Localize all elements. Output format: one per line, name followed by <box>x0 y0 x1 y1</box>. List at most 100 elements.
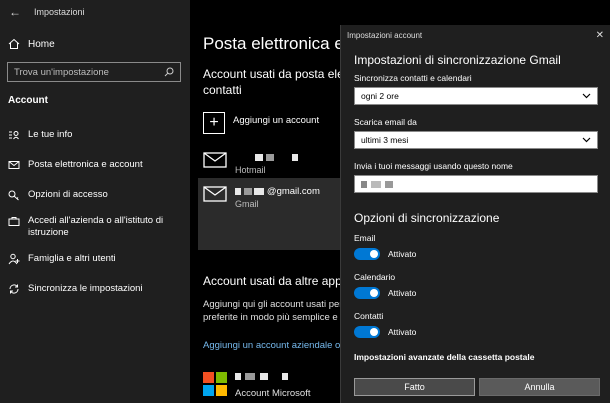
microsoft-logo-icon <box>203 371 227 396</box>
logo-square-blue <box>203 384 214 396</box>
key-icon <box>8 190 19 201</box>
description-line: Aggiungi qui gli account usati per <box>203 299 340 310</box>
account-item-gmail[interactable]: @gmail.com Gmail <box>203 186 320 209</box>
email-toggle-row: Attivato <box>354 248 600 260</box>
redacted-name <box>361 180 367 188</box>
download-email-label: Scarica email da <box>354 117 417 127</box>
advanced-mailbox-settings-link[interactable]: Impostazioni avanzate della cassetta pos… <box>354 352 600 362</box>
toggle-state: Attivato <box>388 327 417 337</box>
sidebar-item-your-info[interactable]: Le tue info <box>0 124 190 146</box>
account-settings-dialog: Impostazioni account ✕ Impostazioni di s… <box>340 25 610 403</box>
section-label-account: Account <box>8 95 48 106</box>
dialog-footer: Fatto Annulla <box>354 378 600 396</box>
sidebar-item-label: Le tue info <box>28 129 73 140</box>
close-icon[interactable]: ✕ <box>596 30 604 41</box>
send-name-input[interactable] <box>354 175 598 193</box>
microsoft-account-item[interactable]: Account Microsoft <box>203 368 311 399</box>
sidebar-item-sync-settings[interactable]: Sincronizza le impostazioni <box>0 278 190 300</box>
redacted-name <box>371 180 381 188</box>
account-address: @gmail.com <box>266 186 320 197</box>
other-apps-description: Aggiungi qui gli account usati per prefe… <box>203 298 340 324</box>
title-bar: ← Impostazioni <box>0 0 190 24</box>
account-type: Hotmail <box>235 165 266 175</box>
app-title: Impostazioni <box>34 7 85 17</box>
toggle-state: Attivato <box>388 288 417 298</box>
toggle-knob <box>370 328 378 336</box>
person-card-icon <box>9 131 19 140</box>
calendar-toggle[interactable] <box>354 287 380 299</box>
back-arrow-icon: ← <box>9 5 21 19</box>
email-toggle-label: Email <box>354 233 376 243</box>
page-title: Posta elettronica e <box>203 34 340 53</box>
account-nav: Le tue info Posta elettronica e account … <box>0 120 190 300</box>
email-toggle[interactable] <box>354 248 380 260</box>
home-nav-item[interactable]: Home <box>8 38 55 50</box>
cancel-button[interactable]: Annulla <box>479 378 600 396</box>
sidebar-item-label: Opzioni di accesso <box>28 189 108 200</box>
sidebar-item-sign-in-options[interactable]: Opzioni di accesso <box>0 184 190 206</box>
plus-icon: + <box>203 112 225 134</box>
sidebar-item-label: Posta elettronica e account <box>28 159 143 170</box>
email-accounts-heading: Account usati da posta ele contatti <box>203 67 340 97</box>
account-name <box>235 368 311 386</box>
chevron-down-icon <box>582 137 591 143</box>
redacted-name <box>243 187 252 195</box>
sidebar-item-family[interactable]: Famiglia e altri utenti <box>0 248 190 270</box>
description-line: preferite in modo più semplice e v <box>203 312 340 323</box>
send-name-label: Invia i tuoi messaggi usando questo nome <box>354 161 513 171</box>
settings-sidebar: ← Impostazioni Home Account Le tue info <box>0 0 190 403</box>
back-button[interactable]: ← <box>4 0 26 24</box>
account-item-hotmail[interactable]: Hotmail <box>203 152 299 175</box>
sidebar-item-email-accounts[interactable]: Posta elettronica e account <box>0 154 190 176</box>
contacts-toggle[interactable] <box>354 326 380 338</box>
redacted-name <box>235 373 241 381</box>
sidebar-item-label: Sincronizza le impostazioni <box>28 283 143 294</box>
logo-square-green <box>216 371 227 383</box>
mail-icon <box>8 161 20 169</box>
sidebar-item-label: Accedi all'azienda o all'istituto di ist… <box>28 215 164 238</box>
microsoft-account-label: Account Microsoft <box>235 388 311 399</box>
people-icon <box>8 253 20 265</box>
contacts-toggle-row: Attivato <box>354 326 600 338</box>
account-type: Gmail <box>235 199 259 209</box>
home-icon <box>8 38 20 49</box>
search-input[interactable] <box>14 66 154 78</box>
add-work-account-link[interactable]: Aggiungi un account aziendale o d <box>203 340 340 351</box>
add-account-button[interactable]: + Aggiungi un account <box>203 112 319 134</box>
mail-icon <box>203 186 227 202</box>
redacted-name <box>255 153 263 161</box>
sync-frequency-label: Sincronizza contatti e calendari <box>354 73 472 83</box>
sync-frequency-select[interactable]: ogni 2 ore <box>354 87 598 105</box>
done-button[interactable]: Fatto <box>354 378 475 396</box>
sync-icon <box>9 284 19 294</box>
redacted-name <box>259 373 268 381</box>
sidebar-item-work-school[interactable]: Accedi all'azienda o all'istituto di ist… <box>0 210 190 244</box>
redacted-name <box>254 187 265 195</box>
calendar-toggle-row: Attivato <box>354 287 600 299</box>
add-account-label: Aggiungi un account <box>233 115 320 126</box>
redacted-name <box>235 187 241 195</box>
sidebar-item-label: Famiglia e altri utenti <box>28 253 116 264</box>
chevron-down-icon <box>582 93 591 99</box>
download-email-select[interactable]: ultimi 3 mesi <box>354 131 598 149</box>
toggle-knob <box>370 289 378 297</box>
redacted-name <box>282 373 289 381</box>
logo-square-red <box>203 371 214 383</box>
toggle-knob <box>370 250 378 258</box>
toggle-state: Attivato <box>388 249 417 259</box>
sync-settings-heading: Impostazioni di sincronizzazione Gmail <box>354 53 561 67</box>
sync-options-heading: Opzioni di sincronizzazione <box>354 211 500 225</box>
redacted-name <box>292 153 299 161</box>
account-name <box>235 152 299 163</box>
mail-icon <box>203 152 227 168</box>
search-icon[interactable] <box>164 67 174 77</box>
home-label: Home <box>28 38 55 50</box>
other-apps-heading: Account usati da altre app <box>203 274 340 288</box>
main-content: Posta elettronica e Account usati da pos… <box>190 0 340 403</box>
redacted-name <box>245 373 256 381</box>
briefcase-icon <box>8 217 20 226</box>
logo-square-yellow <box>216 384 227 396</box>
redacted-name <box>385 180 393 188</box>
account-name: @gmail.com <box>235 186 320 197</box>
dialog-title: Impostazioni account <box>347 30 423 40</box>
